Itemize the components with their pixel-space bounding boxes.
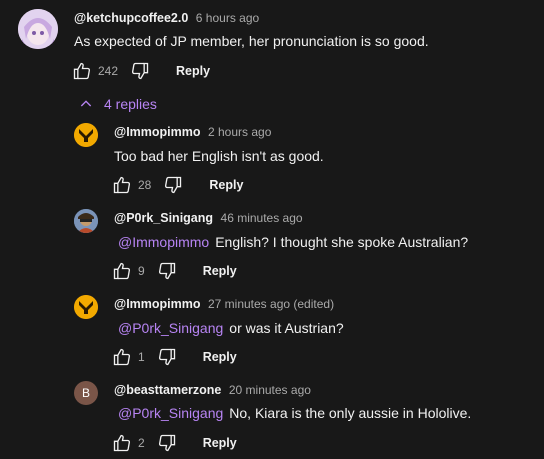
comment-header: @P0rk_Sinigang 46 minutes ago: [114, 211, 303, 225]
like-icon[interactable]: [110, 431, 134, 455]
dislike-icon[interactable]: [155, 345, 179, 369]
comment-actions: 2 Reply: [110, 431, 237, 455]
mention-link[interactable]: @P0rk_Sinigang: [118, 320, 223, 336]
avatar[interactable]: [74, 295, 98, 319]
like-icon[interactable]: [110, 345, 134, 369]
like-count: 28: [138, 178, 152, 192]
avatar[interactable]: [18, 9, 58, 49]
reply-button[interactable]: Reply: [203, 350, 237, 364]
comment-text: @P0rk_Sinigang No, Kiara is the only auss…: [118, 405, 471, 421]
comment-text: @Immopimmo English? I thought she spoke A…: [118, 234, 468, 250]
dislike-icon[interactable]: [128, 59, 152, 83]
mention-link[interactable]: @P0rk_Sinigang: [118, 405, 223, 421]
dislike-icon[interactable]: [161, 173, 185, 197]
replies-toggle[interactable]: 4 replies: [78, 95, 157, 113]
chevron-up-icon: [80, 100, 92, 107]
reply-button[interactable]: Reply: [203, 436, 237, 450]
like-count: 242: [98, 64, 119, 78]
like-icon[interactable]: [110, 259, 134, 283]
mention-link[interactable]: @Immopimmo: [118, 234, 209, 250]
reply-button[interactable]: Reply: [203, 264, 237, 278]
comment-text-body: Too bad her English isn't as good.: [114, 148, 324, 164]
comment-text-body: No, Kiara is the only aussie in Hololive…: [229, 405, 472, 421]
comment-actions: 28 Reply: [110, 173, 243, 197]
like-count: 2: [138, 436, 145, 450]
comment-actions: 9 Reply: [110, 259, 237, 283]
like-count: 1: [138, 350, 145, 364]
author-name[interactable]: @ketchupcoffee2.0: [74, 11, 188, 25]
comment-header: @Immopimmo 2 hours ago: [114, 125, 271, 139]
reply-button[interactable]: Reply: [176, 64, 210, 78]
comment-text: As expected of JP member, her pronunciat…: [74, 33, 429, 49]
timestamp[interactable]: 46 minutes ago: [221, 211, 303, 225]
author-name[interactable]: @Immopimmo: [114, 297, 201, 311]
comment-header: @beasttamerzone 20 minutes ago: [114, 383, 311, 397]
reply-button[interactable]: Reply: [209, 178, 243, 192]
comment-header: @ketchupcoffee2.0 6 hours ago: [74, 11, 259, 25]
dislike-icon[interactable]: [155, 431, 179, 455]
comment-header: @Immopimmo 27 minutes ago (edited): [114, 297, 334, 311]
avatar[interactable]: [74, 123, 98, 147]
author-name[interactable]: @P0rk_Sinigang: [114, 211, 213, 225]
avatar[interactable]: B: [74, 381, 98, 405]
avatar-letter: B: [81, 386, 90, 400]
comment-text-body: English? I thought she spoke Australian?: [215, 234, 469, 250]
replies-toggle-label: 4 replies: [104, 96, 157, 112]
like-icon[interactable]: [110, 173, 134, 197]
comment-actions: 1 Reply: [110, 345, 237, 369]
comment-text-body: or was it Austrian?: [229, 320, 344, 336]
timestamp[interactable]: 20 minutes ago: [229, 383, 311, 397]
timestamp[interactable]: 6 hours ago: [196, 11, 259, 25]
avatar[interactable]: [74, 209, 98, 233]
author-name[interactable]: @Immopimmo: [114, 125, 201, 139]
timestamp[interactable]: 2 hours ago: [208, 125, 271, 139]
timestamp[interactable]: 27 minutes ago (edited): [208, 297, 334, 311]
comment-actions: 242 Reply: [70, 59, 210, 83]
like-icon[interactable]: [70, 59, 94, 83]
like-count: 9: [138, 264, 145, 278]
comment-text: @P0rk_Sinigang or was it Austrian?: [118, 320, 344, 336]
comment-text: Too bad her English isn't as good.: [114, 148, 324, 164]
dislike-icon[interactable]: [155, 259, 179, 283]
author-name[interactable]: @beasttamerzone: [114, 383, 221, 397]
